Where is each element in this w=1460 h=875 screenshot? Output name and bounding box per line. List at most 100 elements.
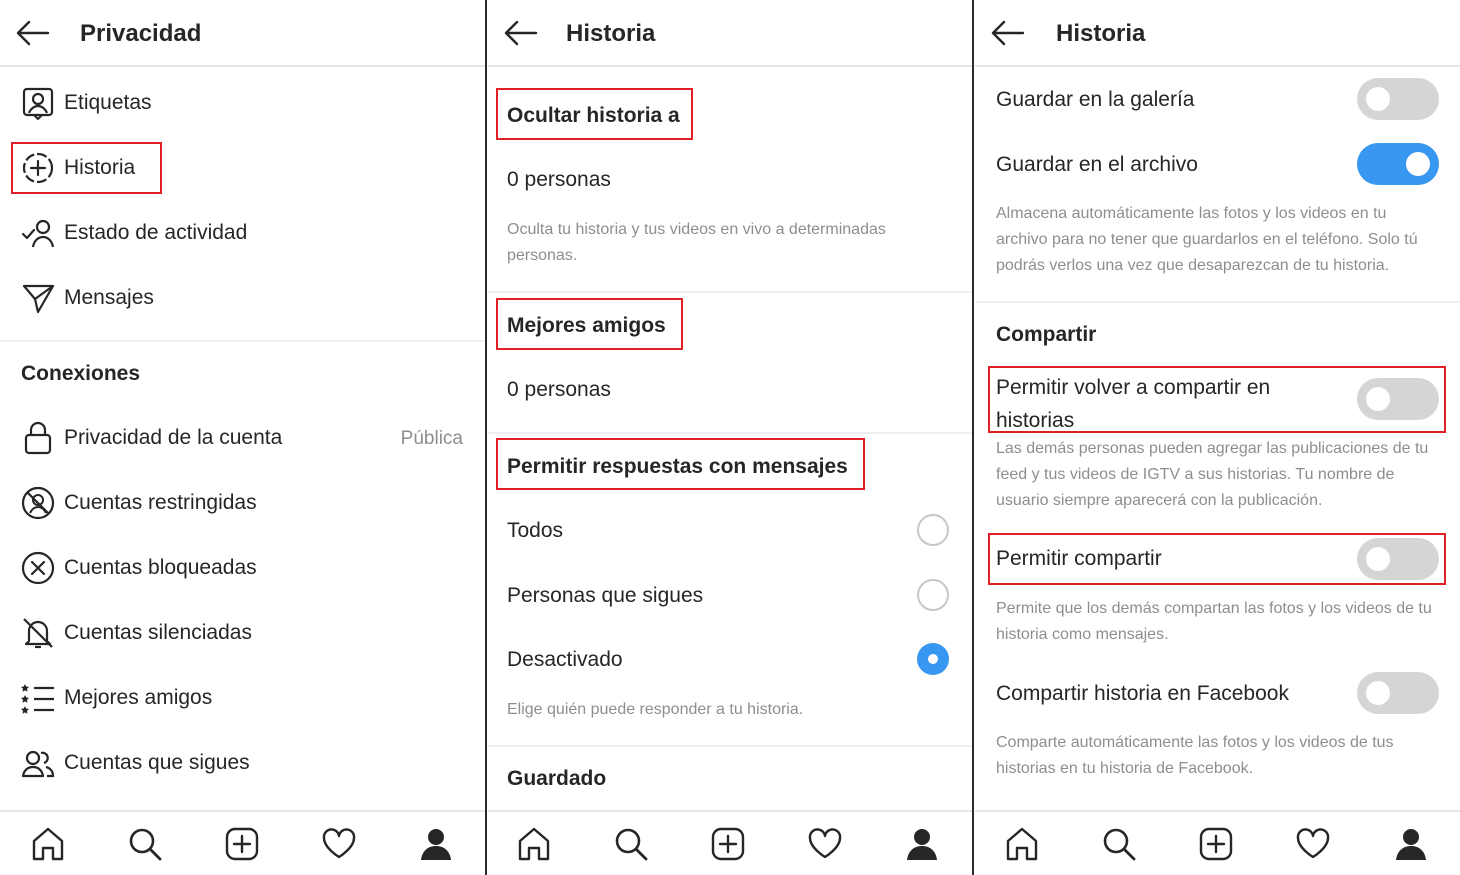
menu-item-etiquetas[interactable]: Etiquetas — [0, 70, 485, 135]
back-arrow-icon[interactable] — [989, 17, 1025, 49]
search-icon[interactable] — [613, 826, 649, 862]
toggle-switch[interactable] — [1357, 672, 1439, 714]
radio-button[interactable] — [917, 514, 949, 546]
back-arrow-icon[interactable] — [502, 17, 538, 49]
saving-heading: Guardado — [507, 767, 607, 790]
search-icon[interactable] — [127, 826, 163, 862]
header: Historia — [975, 0, 1460, 67]
menu-item-privacidad-cuenta[interactable]: Privacidad de la cuenta Pública — [0, 405, 485, 470]
radio-button[interactable] — [917, 579, 949, 611]
story-settings-screen: Historia Ocultar historia a 0 personas O… — [488, 0, 972, 875]
menu-item-label: Etiquetas — [64, 91, 152, 114]
activity-heart-icon[interactable] — [321, 826, 357, 862]
activity-heart-icon[interactable] — [807, 826, 843, 862]
highlight-box — [496, 298, 683, 350]
home-icon[interactable] — [516, 826, 552, 862]
highlight-box — [988, 366, 1446, 433]
highlight-box — [11, 142, 162, 194]
profile-icon[interactable] — [904, 826, 940, 862]
close-friends-count[interactable]: 0 personas — [507, 378, 611, 402]
paper-plane-icon — [22, 284, 55, 314]
privacy-screen: Privacidad Etiquetas Historia Estado de … — [0, 0, 485, 875]
menu-item-label: Estado de actividad — [64, 221, 248, 244]
menu-item-mejores-amigos[interactable]: Mejores amigos — [0, 665, 485, 730]
profile-icon[interactable] — [1393, 826, 1429, 862]
menu-item-label: Cuentas silenciadas — [64, 621, 252, 644]
new-post-icon[interactable] — [1198, 826, 1234, 862]
page-title: Privacidad — [80, 20, 202, 47]
muted-bell-icon — [23, 618, 53, 649]
menu-item-cuentas-bloqueadas[interactable]: Cuentas bloqueadas — [0, 535, 485, 600]
menu-item-label: Mensajes — [64, 286, 154, 309]
setting-label: Compartir historia en Facebook — [996, 682, 1289, 705]
reply-option-todos[interactable]: Todos — [488, 498, 972, 562]
bottom-nav — [488, 810, 972, 875]
setting-compartir-facebook[interactable]: Compartir historia en Facebook — [975, 664, 1460, 724]
reply-option-desactivado[interactable]: Desactivado — [488, 627, 972, 691]
close-friends-list-icon — [21, 684, 54, 714]
divider — [488, 291, 972, 293]
highlight-box — [988, 533, 1446, 585]
menu-item-label: Cuentas restringidas — [64, 491, 257, 514]
blocked-icon — [21, 551, 55, 585]
divider — [0, 340, 485, 342]
menu-item-cuentas-silenciadas[interactable]: Cuentas silenciadas — [0, 600, 485, 665]
facebook-description: Comparte automáticamente las fotos y los… — [996, 734, 1394, 777]
toggle-switch-on[interactable] — [1357, 143, 1439, 185]
section-title-conexiones: Conexiones — [21, 362, 141, 385]
menu-item-label: Cuentas bloqueadas — [64, 556, 257, 579]
divider — [488, 432, 972, 434]
menu-item-label: Privacidad de la cuenta — [64, 426, 283, 449]
header: Historia — [488, 0, 972, 67]
profile-icon[interactable] — [418, 826, 454, 862]
option-label: Personas que sigues — [507, 584, 704, 607]
menu-item-label: Cuentas que sigues — [64, 751, 250, 774]
following-icon — [21, 750, 55, 778]
menu-item-label: Mejores amigos — [64, 686, 213, 709]
bottom-nav — [0, 810, 485, 875]
reshare-description: Las demás personas pueden agregar las pu… — [996, 440, 1429, 509]
account-privacy-value: Pública — [400, 428, 463, 449]
option-label: Desactivado — [507, 648, 623, 671]
home-icon[interactable] — [1004, 826, 1040, 862]
activity-status-icon — [21, 219, 55, 248]
reply-option-personas-que-sigues[interactable]: Personas que sigues — [488, 563, 972, 627]
panel-divider — [485, 0, 487, 875]
hide-story-count[interactable]: 0 personas — [507, 168, 611, 192]
tag-person-icon — [22, 87, 54, 120]
setting-guardar-archivo[interactable]: Guardar en el archivo — [975, 135, 1460, 195]
header: Privacidad — [0, 0, 485, 67]
setting-label: Guardar en el archivo — [996, 153, 1198, 176]
menu-item-estado-actividad[interactable]: Estado de actividad — [0, 200, 485, 265]
divider — [488, 745, 972, 747]
archive-description: Almacena automáticamente las fotos y los… — [996, 205, 1418, 274]
hide-story-description: Oculta tu historia y tus videos en vivo … — [507, 221, 886, 264]
highlight-box — [496, 88, 693, 140]
page-title: Historia — [1056, 20, 1146, 47]
page-title: Historia — [566, 20, 656, 47]
option-label: Todos — [507, 519, 564, 542]
highlight-box — [496, 438, 865, 490]
menu-item-cuentas-que-sigues[interactable]: Cuentas que sigues — [0, 730, 485, 795]
menu-item-cuentas-restringidas[interactable]: Cuentas restringidas — [0, 470, 485, 535]
sharing-description: Permite que los demás compartan las foto… — [996, 600, 1432, 643]
activity-heart-icon[interactable] — [1295, 826, 1331, 862]
lock-icon — [24, 421, 52, 455]
setting-label: Guardar en la galería — [996, 88, 1195, 111]
new-post-icon[interactable] — [710, 826, 746, 862]
divider — [975, 301, 1460, 303]
back-arrow-icon[interactable] — [14, 17, 50, 49]
radio-button-selected[interactable] — [917, 643, 949, 675]
menu-item-mensajes[interactable]: Mensajes — [0, 265, 485, 330]
panel-divider — [972, 0, 974, 875]
share-section-title: Compartir — [996, 323, 1097, 346]
replies-description: Elige quién puede responder a tu histori… — [507, 701, 804, 718]
home-icon[interactable] — [30, 826, 66, 862]
toggle-switch[interactable] — [1357, 78, 1439, 120]
bottom-nav — [975, 810, 1460, 875]
new-post-icon[interactable] — [224, 826, 260, 862]
restricted-icon — [21, 486, 55, 520]
search-icon[interactable] — [1101, 826, 1137, 862]
setting-guardar-galeria[interactable]: Guardar en la galería — [975, 70, 1460, 130]
story-sharing-screen: Historia Guardar en la galería Guardar e… — [975, 0, 1460, 875]
